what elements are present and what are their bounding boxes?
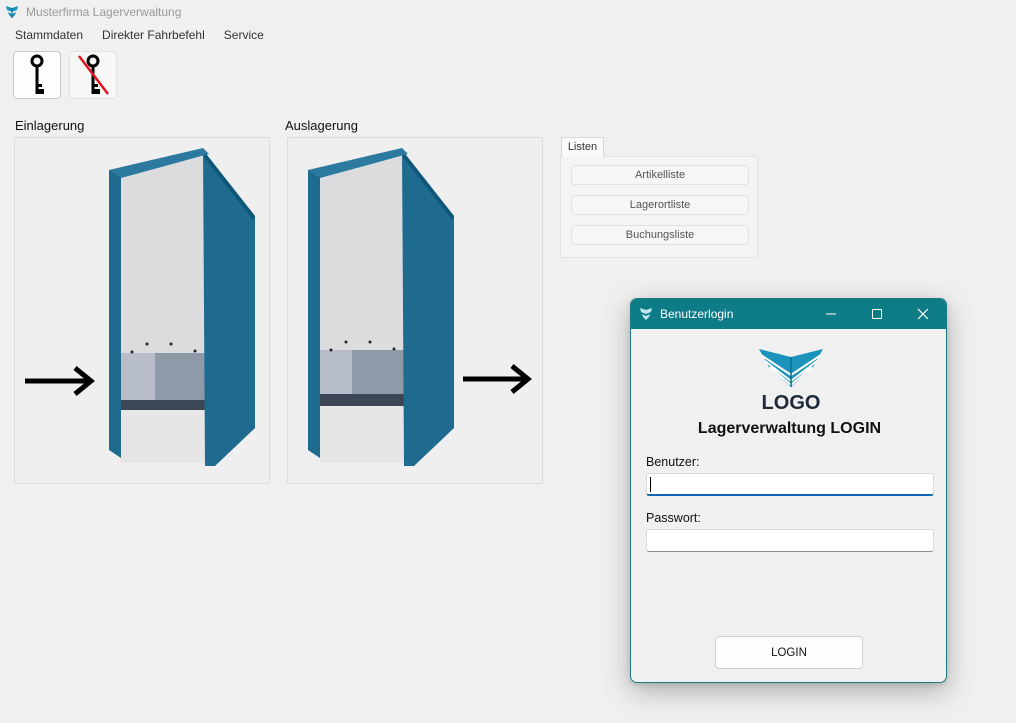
key-icon bbox=[30, 54, 44, 94]
einlagerung-label: Einlagerung bbox=[15, 118, 85, 133]
tab-listen[interactable]: Listen bbox=[561, 137, 604, 157]
app-logo-icon bbox=[6, 6, 18, 18]
minimize-icon bbox=[826, 313, 836, 315]
artikelliste-button[interactable]: Artikelliste bbox=[571, 165, 749, 185]
passwort-input[interactable] bbox=[646, 529, 934, 552]
window-title: Musterfirma Lagerverwaltung bbox=[26, 5, 182, 19]
login-dialog-title: Benutzerlogin bbox=[660, 307, 734, 321]
app-logo-icon bbox=[640, 308, 652, 320]
logout-toolbar-button[interactable] bbox=[69, 51, 117, 99]
auslagerung-label: Auslagerung bbox=[285, 118, 358, 133]
text-caret bbox=[650, 477, 651, 492]
close-icon bbox=[917, 308, 929, 320]
passwort-label: Passwort: bbox=[646, 511, 701, 525]
login-dialog: Benutzerlogin LOGO Lagerverwaltung LOGIN… bbox=[630, 298, 947, 683]
buchungsliste-button[interactable]: Buchungsliste bbox=[571, 225, 749, 245]
window-titlebar: Musterfirma Lagerverwaltung bbox=[0, 0, 1016, 24]
login-dialog-titlebar[interactable]: Benutzerlogin bbox=[631, 299, 946, 329]
auslagerung-image[interactable] bbox=[287, 137, 543, 484]
minimize-button[interactable] bbox=[808, 299, 854, 329]
menubar: Stammdaten Direkter Fahrbefehl Service bbox=[0, 24, 1016, 46]
login-heading: Lagerverwaltung LOGIN bbox=[697, 420, 882, 437]
key-crossed-icon bbox=[78, 54, 109, 95]
menu-item-service[interactable]: Service bbox=[224, 28, 264, 42]
benutzer-label: Benutzer: bbox=[646, 455, 700, 469]
login-toolbar-button[interactable] bbox=[13, 51, 61, 99]
login-button[interactable]: LOGIN bbox=[715, 636, 863, 669]
menu-item-direkter-fahrbefehl[interactable]: Direkter Fahrbefehl bbox=[102, 28, 205, 42]
company-logo: LOGO bbox=[759, 349, 823, 413]
einlagerung-image[interactable] bbox=[14, 137, 270, 484]
maximize-icon bbox=[872, 309, 882, 319]
close-button[interactable] bbox=[900, 299, 946, 329]
maximize-button[interactable] bbox=[854, 299, 900, 329]
listen-tab-panel: Artikelliste Lagerortliste Buchungsliste bbox=[560, 156, 758, 258]
lagerortliste-button[interactable]: Lagerortliste bbox=[571, 195, 749, 215]
logo-text: LOGO bbox=[762, 392, 821, 413]
benutzer-input[interactable] bbox=[646, 473, 934, 496]
menu-item-stammdaten[interactable]: Stammdaten bbox=[15, 28, 83, 42]
